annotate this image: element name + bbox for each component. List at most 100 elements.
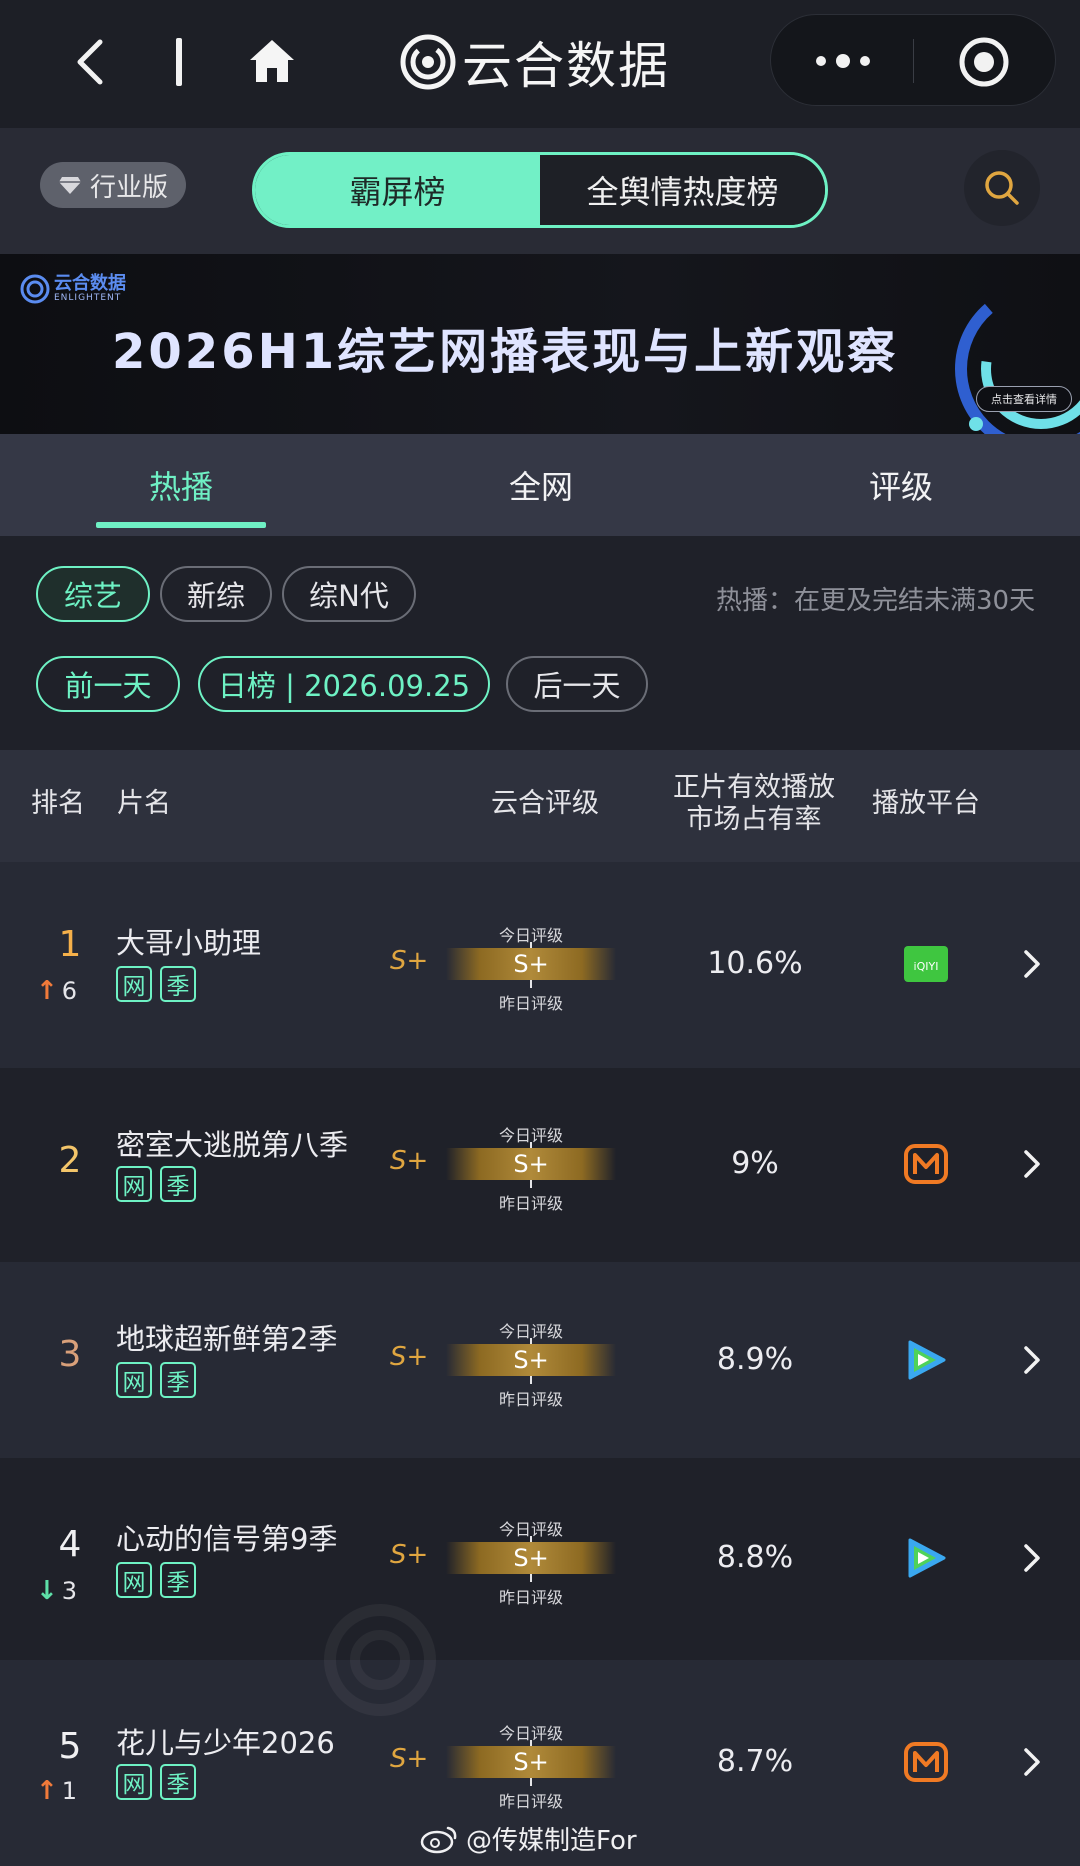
filter-variety[interactable]: 综艺 xyxy=(36,566,150,622)
tag-season: 季 xyxy=(160,966,196,1002)
grade-bar: S+ xyxy=(446,1148,616,1180)
iqiyi-icon: iQIYI xyxy=(904,946,948,982)
header-platform: 播放平台 xyxy=(872,788,980,819)
banner-brand-cn: 云合数据 xyxy=(54,273,126,294)
weibo-handle: @传媒制造For xyxy=(466,1826,637,1856)
grade-yesterday-label: 昨日评级 xyxy=(498,994,563,1013)
iqiyi-label: iQIYI xyxy=(914,960,939,973)
chevron-right-icon[interactable] xyxy=(1020,944,1044,984)
grade-label: S+ xyxy=(390,1540,429,1570)
sub-tabs: 热播 全网 评级 xyxy=(0,434,1080,536)
close-target-icon[interactable] xyxy=(957,35,1011,89)
search-button[interactable] xyxy=(964,150,1040,226)
grade-tick-bottom xyxy=(530,980,532,988)
show-tags: 网 季 xyxy=(116,1764,196,1800)
grade-tick-bottom xyxy=(530,1180,532,1188)
trend-down-icon: ↓ xyxy=(36,1576,58,1606)
chevron-right-icon[interactable] xyxy=(1020,1538,1044,1578)
banner-brand-en: ENLIGHTENT xyxy=(54,293,122,303)
tab-rating[interactable]: 评级 xyxy=(816,434,986,536)
show-title: 花儿与少年2026 xyxy=(116,1726,335,1760)
promo-banner[interactable]: 云合数据 ENLIGHTENT 2026H1综艺网播表现与上新观察 点击查看详情 xyxy=(0,254,1080,434)
rank-trend: ↓ 3 xyxy=(36,1576,77,1606)
diamond-icon xyxy=(58,177,81,194)
filter-sequel-variety[interactable]: 综N代 xyxy=(282,566,416,622)
tag-net: 网 xyxy=(116,1764,152,1800)
trend-value: 6 xyxy=(61,977,78,1005)
date-picker[interactable]: 日榜 | 2026.09.25 xyxy=(198,656,490,712)
mini-program-capsule xyxy=(770,14,1056,106)
more-icon[interactable] xyxy=(811,45,875,77)
header-share-line1: 正片有效播放 xyxy=(673,772,835,803)
grade-tick-bottom xyxy=(530,1376,532,1384)
back-arrow-icon[interactable] xyxy=(66,34,116,90)
table-row[interactable]: 2 密室大逃脱第八季 网 季 S+ 今日评级 S+ 昨日评级 9% xyxy=(0,1068,1080,1262)
header-share-line2: 市场占有率 xyxy=(686,804,822,835)
grade-bar: S+ xyxy=(446,1542,616,1574)
table-row[interactable]: 4 ↓ 3 心动的信号第9季 网 季 S+ 今日评级 S+ 昨日评级 8.8% xyxy=(0,1458,1080,1660)
show-title: 地球超新鲜第2季 xyxy=(116,1322,338,1356)
table-row[interactable]: 1 ↑ 6 大哥小助理 网 季 S+ 今日评级 S+ 昨日评级 10.6% iQ… xyxy=(0,862,1080,1068)
show-title: 心动的信号第9季 xyxy=(116,1522,338,1556)
grade-indicator: 今日评级 S+ 昨日评级 xyxy=(446,1316,616,1409)
market-share: 8.8% xyxy=(716,1540,794,1575)
grade-yesterday-label: 昨日评级 xyxy=(498,1588,563,1607)
grade-label: S+ xyxy=(390,1744,429,1774)
grade-yesterday-label: 昨日评级 xyxy=(498,1390,563,1409)
tab-all-network[interactable]: 全网 xyxy=(456,434,626,536)
prev-day-button[interactable]: 前一天 xyxy=(36,656,180,712)
search-icon xyxy=(985,171,1019,205)
grade-indicator: 今日评级 S+ 昨日评级 xyxy=(446,1514,616,1607)
tag-season: 季 xyxy=(160,1764,196,1800)
header-share: 正片有效播放 市场占有率 xyxy=(664,772,844,836)
rank-number: 4 xyxy=(58,1524,82,1565)
trend-value: 1 xyxy=(61,1777,78,1805)
brand: 云合数据 xyxy=(400,30,670,95)
nav-divider xyxy=(176,38,182,86)
filter-note: 热播：在更及完结未满30天 xyxy=(716,586,1036,616)
home-icon[interactable] xyxy=(244,32,300,88)
tencent-video-icon xyxy=(908,1538,946,1578)
table-row[interactable]: 3 地球超新鲜第2季 网 季 S+ 今日评级 S+ 昨日评级 8.9% xyxy=(0,1262,1080,1458)
table-header: 排名 片名 云合评级 正片有效播放 市场占有率 播放平台 xyxy=(0,750,1080,862)
rank-trend: ↑ 6 xyxy=(36,976,77,1006)
banner-details-button[interactable]: 点击查看详情 xyxy=(976,386,1072,412)
grade-bar: S+ xyxy=(446,1344,616,1376)
grade-bar: S+ xyxy=(446,1746,616,1778)
tab-sentiment-heat-board[interactable]: 全舆情热度榜 xyxy=(540,155,825,225)
mgtv-icon xyxy=(904,1144,948,1184)
industry-edition-badge[interactable]: 行业版 xyxy=(40,162,186,208)
brand-name: 云合数据 xyxy=(462,37,670,95)
market-share: 8.9% xyxy=(716,1342,794,1377)
banner-logo-icon xyxy=(20,274,50,304)
grade-bar-value: S+ xyxy=(513,1748,549,1776)
grade-bar-value: S+ xyxy=(513,1346,549,1374)
grade-bar-value: S+ xyxy=(513,1544,549,1572)
tag-season: 季 xyxy=(160,1562,196,1598)
grade-indicator: 今日评级 S+ 昨日评级 xyxy=(446,1718,616,1811)
next-day-button[interactable]: 后一天 xyxy=(506,656,648,712)
grade-label: S+ xyxy=(390,1146,429,1176)
chevron-right-icon[interactable] xyxy=(1020,1340,1044,1380)
grade-tick-bottom xyxy=(530,1778,532,1786)
chevron-right-icon[interactable] xyxy=(1020,1742,1044,1782)
industry-edition-label: 行业版 xyxy=(89,172,168,203)
show-tags: 网 季 xyxy=(116,1166,196,1202)
show-title: 密室大逃脱第八季 xyxy=(116,1128,349,1162)
filter-new-variety[interactable]: 新综 xyxy=(160,566,272,622)
brand-logo-icon xyxy=(400,34,456,90)
tab-dominance-board[interactable]: 霸屏榜 xyxy=(255,155,540,225)
chevron-right-icon[interactable] xyxy=(1020,1144,1044,1184)
banner-logo: 云合数据 ENLIGHTENT xyxy=(20,274,126,304)
rank-number: 3 xyxy=(58,1334,82,1375)
tab-hot[interactable]: 热播 xyxy=(96,434,266,536)
filter-area: 综艺 新综 综N代 热播：在更及完结未满30天 前一天 日榜 | 2026.09… xyxy=(0,536,1080,750)
grade-label: S+ xyxy=(390,946,429,976)
grade-indicator: 今日评级 S+ 昨日评级 xyxy=(446,920,616,1013)
trend-value: 3 xyxy=(61,1577,78,1605)
tag-net: 网 xyxy=(116,966,152,1002)
header-title: 片名 xyxy=(117,788,171,819)
mgtv-icon xyxy=(904,1742,948,1782)
header-rating: 云合评级 xyxy=(491,788,599,819)
tencent-video-icon xyxy=(908,1340,946,1380)
